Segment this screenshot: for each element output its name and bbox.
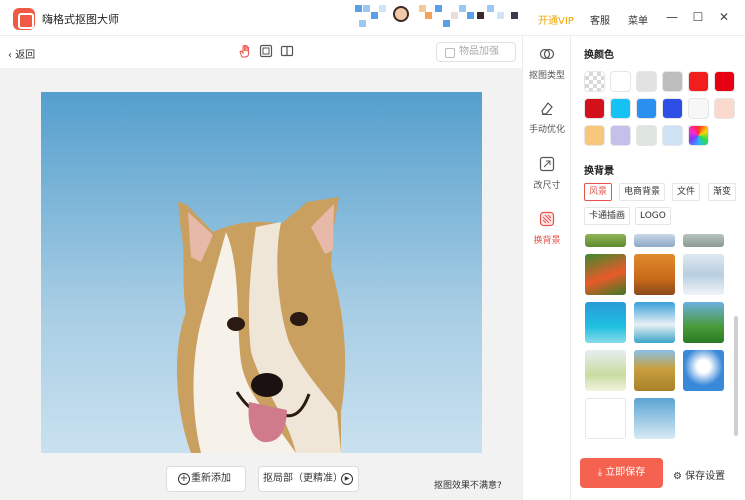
minimize-icon[interactable]: — — [664, 9, 680, 25]
back-button[interactable]: ‹ 返回 — [8, 46, 35, 61]
save-settings-button[interactable]: ⚙ 保存设置 — [673, 467, 725, 482]
thumb-garden[interactable] — [585, 254, 626, 295]
tag-document[interactable]: 文件 — [672, 183, 701, 201]
color-swatch[interactable] — [584, 71, 605, 92]
color-swatch[interactable] — [688, 98, 709, 119]
tag-scenery[interactable]: 风景 — [584, 183, 613, 201]
color-swatch[interactable] — [662, 98, 683, 119]
maximize-icon[interactable]: ☐ — [690, 9, 706, 25]
thumb-ocean[interactable] — [585, 302, 626, 343]
background-panel: 换颜色 换背景 风景 电商背景 文件 渐变 卡通插画 LOGO ⤓ 立即保存 ⚙… — [570, 36, 745, 500]
canvas-area — [0, 68, 522, 458]
thumb-winter[interactable] — [683, 254, 724, 295]
hand-icon[interactable] — [238, 44, 252, 58]
mosaic-avatar-banner — [355, 0, 525, 28]
tag-logo[interactable]: LOGO — [635, 207, 671, 225]
eraser-icon — [541, 102, 553, 115]
plus-circle-icon: + — [178, 473, 190, 485]
tag-ecommerce[interactable]: 电商背景 — [619, 183, 666, 201]
strip-change-background[interactable]: 换背景 — [523, 211, 571, 246]
thumb-white[interactable] — [585, 398, 626, 439]
tool-strip: 抠图类型 手动优化 改尺寸 换背景 — [522, 36, 570, 500]
fit-screen-icon[interactable] — [259, 44, 273, 58]
thumb-flowers[interactable] — [585, 350, 626, 391]
save-button[interactable]: ⤓ 立即保存 — [580, 458, 663, 488]
color-swatch[interactable] — [610, 125, 631, 146]
menu-button[interactable]: 菜单 — [628, 12, 648, 27]
title-bar: 嗨格式抠图大师 开通VIP 客服 菜单 — ☐ ✕ — [0, 0, 745, 36]
thumb-wheat[interactable] — [634, 350, 675, 391]
service-button[interactable]: 客服 — [590, 12, 610, 27]
resize-icon — [539, 156, 555, 172]
thumb-blue-gradient[interactable] — [634, 398, 675, 439]
background-icon — [539, 211, 555, 227]
bottom-bar: + 重新添加 抠局部（更精准） ▶ 抠图效果不满意? — [0, 458, 522, 500]
thumb-snow-strip[interactable] — [634, 234, 675, 247]
corgi-dog-image — [176, 197, 346, 453]
color-swatch[interactable] — [662, 125, 683, 146]
strip-cutout-type[interactable]: 抠图类型 — [523, 46, 571, 81]
color-swatch[interactable] — [610, 98, 631, 119]
tag-cartoon[interactable]: 卡通插画 — [584, 207, 631, 225]
color-swatch[interactable] — [714, 98, 735, 119]
tag-gradient[interactable]: 渐变 — [708, 183, 737, 201]
cutout-type-icon — [539, 48, 555, 60]
panel-scrollbar[interactable] — [734, 316, 738, 436]
thumb-shore[interactable] — [634, 302, 675, 343]
color-swatch[interactable] — [636, 71, 657, 92]
thumb-meadow[interactable] — [683, 302, 724, 343]
strip-manual-optimize[interactable]: 手动优化 — [523, 100, 571, 135]
color-swatch[interactable] — [584, 98, 605, 119]
color-swatch[interactable] — [688, 71, 709, 92]
color-section-title: 换颜色 — [584, 50, 614, 61]
gear-icon: ⚙ — [673, 471, 686, 482]
close-icon[interactable]: ✕ — [716, 9, 732, 25]
vip-button[interactable]: 开通VIP — [538, 12, 574, 27]
app-logo-icon — [13, 8, 35, 30]
background-section-title: 换背景 — [584, 166, 614, 177]
color-swatch[interactable] — [636, 125, 657, 146]
thumb-road-strip[interactable] — [683, 234, 724, 247]
color-swatch[interactable] — [636, 98, 657, 119]
color-swatch[interactable] — [662, 71, 683, 92]
compare-icon[interactable] — [280, 44, 294, 58]
app-title: 嗨格式抠图大师 — [42, 13, 119, 26]
play-circle-icon: ▶ — [341, 473, 353, 485]
color-swatch[interactable] — [610, 71, 631, 92]
color-swatch[interactable] — [714, 71, 735, 92]
color-swatch[interactable] — [584, 125, 605, 146]
editor-toolbar: ‹ 返回 物品加强 — [0, 36, 522, 68]
goods-enhance-button[interactable]: 物品加强 — [436, 42, 516, 62]
re-add-button[interactable]: + 重新添加 — [166, 466, 246, 492]
partial-cutout-button[interactable]: 抠局部（更精准） ▶ — [258, 466, 359, 492]
thumb-autumn[interactable] — [634, 254, 675, 295]
strip-resize[interactable]: 改尺寸 — [523, 156, 571, 191]
unsatisfied-hint-link[interactable]: 抠图效果不满意? — [434, 478, 502, 491]
thumb-clouds[interactable] — [683, 350, 724, 391]
color-swatch[interactable] — [688, 125, 709, 146]
cutout-photo — [41, 92, 482, 453]
thumb-grass-strip[interactable] — [585, 234, 626, 247]
